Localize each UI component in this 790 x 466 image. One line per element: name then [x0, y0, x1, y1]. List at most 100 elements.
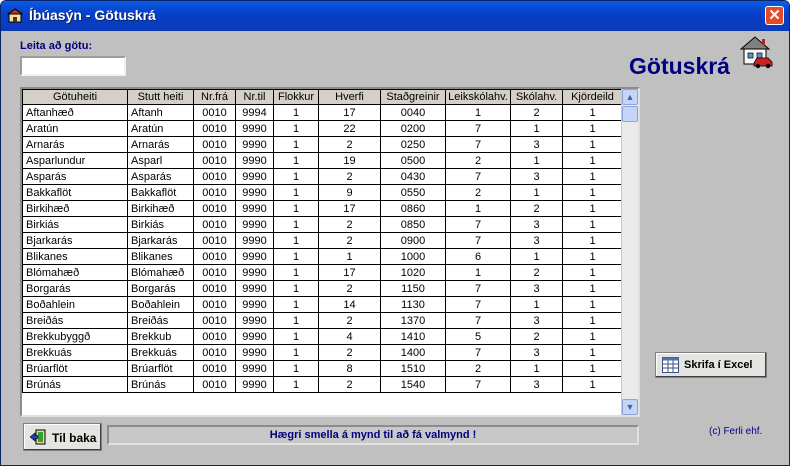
column-header[interactable]: Flokkur [273, 89, 319, 105]
table-cell: Bjarkarás [22, 232, 128, 249]
table-row[interactable]: Blikanes Blikanes 0010 9990 1 1 1000 6 1 1 [22, 248, 623, 265]
content-area: Leita að götu: Götuskrá Götuheiti Stutt h… [4, 31, 786, 462]
column-header[interactable]: Hverfi [318, 89, 381, 105]
table-row[interactable]: Asparás Asparás 0010 9990 1 2 0430 7 3 1 [22, 168, 623, 185]
table-cell: 1 [510, 184, 563, 201]
table-cell: Bjarkarás [127, 232, 194, 249]
back-label: Til baka [52, 431, 97, 445]
table-row[interactable]: Bakkaflöt Bakkaflöt 0010 9990 1 9 0550 2 1 1 [22, 184, 623, 201]
vertical-scrollbar[interactable]: ▲ ▼ [621, 89, 638, 415]
table-row[interactable]: Breiðás Breiðás 0010 9990 1 2 1370 7 3 1 [22, 312, 623, 329]
table-cell: Brekkuás [22, 344, 128, 361]
table-row[interactable]: Blómahæð Blómahæð 0010 9990 1 17 1020 1 2 1 [22, 264, 623, 281]
table-cell: 0430 [380, 168, 446, 185]
table-cell: 0040 [380, 104, 446, 121]
table-row[interactable]: Birkiás Birkiás 0010 9990 1 2 0850 7 3 1 [22, 216, 623, 233]
status-bar: Hægri smella á mynd til að fá valmynd ! [107, 425, 639, 445]
table-cell: Bakkaflöt [127, 184, 194, 201]
table-cell: 8 [318, 360, 381, 377]
table-cell: 1 [562, 248, 623, 265]
table-row[interactable]: Brekkubyggð Brekkub 0010 9990 1 4 1410 5 2 1 [22, 328, 623, 345]
table-cell: 1 [562, 344, 623, 361]
spreadsheet-icon [662, 357, 679, 373]
table-cell: Borgarás [127, 280, 194, 297]
scroll-down-icon[interactable]: ▼ [622, 399, 638, 415]
close-button[interactable]: ✕ [765, 6, 784, 25]
table-cell: 2 [510, 104, 563, 121]
table-cell: 1 [273, 312, 319, 329]
column-header[interactable]: Nr.frá [193, 89, 236, 105]
title-bar[interactable]: Íbúasýn - Götuskrá ✕ [1, 1, 789, 31]
table-cell: 0010 [193, 104, 236, 121]
table-cell: 2 [510, 328, 563, 345]
table-cell: 2 [318, 136, 381, 153]
column-header[interactable]: Stutt heiti [127, 89, 194, 105]
scroll-thumb[interactable] [622, 106, 638, 122]
table-cell: Aftanh [127, 104, 194, 121]
table-cell: 9990 [235, 248, 274, 265]
table-cell: 0010 [193, 312, 236, 329]
table-cell: 1 [562, 216, 623, 233]
table-cell: 1000 [380, 248, 446, 265]
table-cell: Blikanes [127, 248, 194, 265]
table-cell: 1 [445, 104, 511, 121]
table-row[interactable]: Aratún Aratún 0010 9990 1 22 0200 7 1 1 [22, 120, 623, 137]
table-cell: 1 [562, 168, 623, 185]
table-cell: 14 [318, 296, 381, 313]
table-cell: Blómahæð [22, 264, 128, 281]
table-row[interactable]: Birkihæð Birkihæð 0010 9990 1 17 0860 1 2 1 [22, 200, 623, 217]
street-table-grid: Götuheiti Stutt heiti Nr.frá Nr.til Flokkur H… [22, 89, 623, 393]
search-label: Leita að götu: [20, 40, 93, 52]
table-row[interactable]: Aftanhæð Aftanh 0010 9994 1 17 0040 1 2 1 [22, 104, 623, 121]
table-cell: Arnarás [127, 136, 194, 153]
table-cell: 7 [445, 120, 511, 137]
back-button[interactable]: Til baka [23, 423, 102, 451]
scroll-up-icon[interactable]: ▲ [622, 89, 638, 105]
column-header[interactable]: Leikskólahv. [445, 89, 511, 105]
table-cell: 0010 [193, 264, 236, 281]
table-row[interactable]: Borgarás Borgarás 0010 9990 1 2 1150 7 3 1 [22, 280, 623, 297]
table-cell: 2 [318, 344, 381, 361]
table-cell: 0010 [193, 328, 236, 345]
table-cell: 2 [510, 200, 563, 217]
table-cell: 9990 [235, 312, 274, 329]
table-cell: 0550 [380, 184, 446, 201]
table-cell: 1 [273, 248, 319, 265]
table-row[interactable]: Brekkuás Brekkuás 0010 9990 1 2 1400 7 3 1 [22, 344, 623, 361]
table-row[interactable]: Brúnás Brúnás 0010 9990 1 2 1540 7 3 1 [22, 376, 623, 393]
table-cell: 1 [510, 248, 563, 265]
table-row[interactable]: Bjarkarás Bjarkarás 0010 9990 1 2 0900 7 3 1 [22, 232, 623, 249]
street-table[interactable]: Götuheiti Stutt heiti Nr.frá Nr.til Flokkur H… [20, 87, 640, 417]
search-input[interactable] [20, 56, 126, 76]
table-cell: Asparl [127, 152, 194, 169]
table-cell: 6 [445, 248, 511, 265]
table-cell: 0010 [193, 152, 236, 169]
table-cell: 0860 [380, 200, 446, 217]
table-cell: 0010 [193, 184, 236, 201]
table-cell: 22 [318, 120, 381, 137]
table-cell: 1 [562, 136, 623, 153]
column-header[interactable]: Skólahv. [510, 89, 563, 105]
table-row[interactable]: Arnarás Arnarás 0010 9990 1 2 0250 7 3 1 [22, 136, 623, 153]
table-row[interactable]: Asparlundur Asparl 0010 9990 1 19 0500 2 1 1 [22, 152, 623, 169]
table-cell: 1 [562, 232, 623, 249]
table-cell: 17 [318, 200, 381, 217]
column-header[interactable]: Götuheiti [22, 89, 128, 105]
table-cell: 9990 [235, 360, 274, 377]
table-cell: 2 [318, 312, 381, 329]
table-cell: Borgarás [22, 280, 128, 297]
table-cell: Aftanhæð [22, 104, 128, 121]
table-cell: 4 [318, 328, 381, 345]
table-row[interactable]: Brúarflöt Brúarflöt 0010 9990 1 8 1510 2 1 1 [22, 360, 623, 377]
table-cell: 1 [273, 264, 319, 281]
table-cell: Aratún [127, 120, 194, 137]
table-cell: 0010 [193, 216, 236, 233]
table-cell: 0010 [193, 200, 236, 217]
export-excel-button[interactable]: Skrifa í Excel [655, 352, 767, 378]
table-cell: Breiðás [22, 312, 128, 329]
table-row[interactable]: Boðahlein Boðahlein 0010 9990 1 14 1130 7 1 1 [22, 296, 623, 313]
column-header[interactable]: Staðgreinir [380, 89, 446, 105]
column-header[interactable]: Nr.til [235, 89, 274, 105]
table-cell: Brúarflöt [127, 360, 194, 377]
column-header[interactable]: Kjördeild [562, 89, 623, 105]
